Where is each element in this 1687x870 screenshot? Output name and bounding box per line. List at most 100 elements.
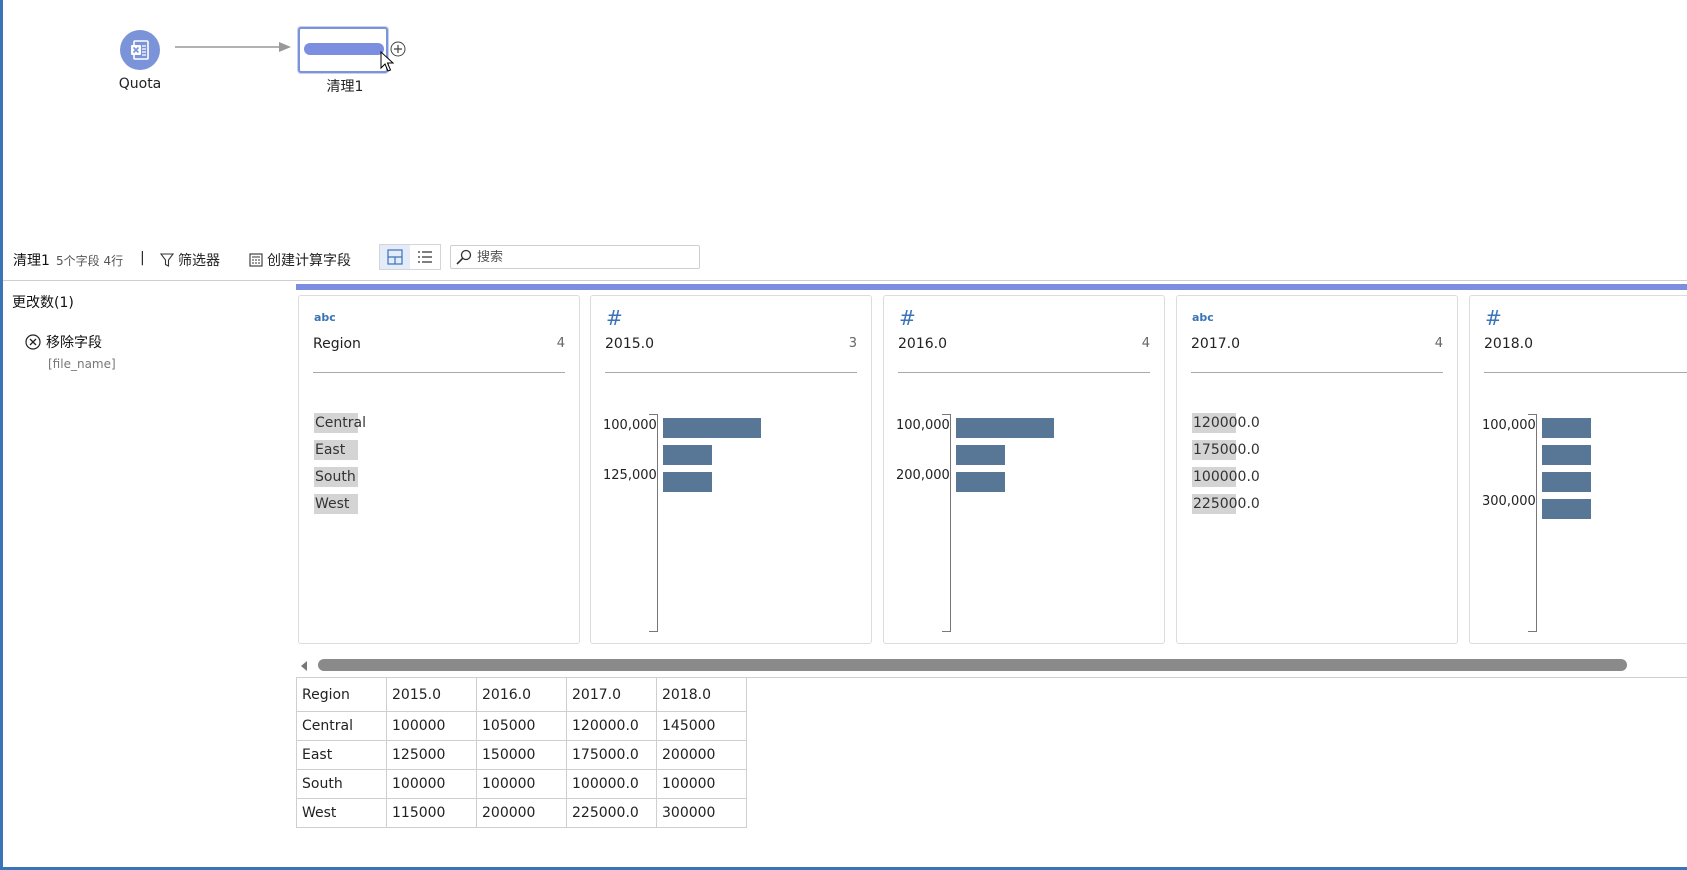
horizontal-scrollbar-thumb[interactable] — [318, 659, 1627, 671]
step-meta: 5个字段 4行 — [56, 254, 124, 268]
card-divider — [1484, 372, 1687, 373]
data-grid: Region 2015.0 2016.0 2017.0 2018.0 Centr… — [296, 677, 747, 828]
histogram-bar[interactable] — [663, 445, 712, 465]
table-cell[interactable]: East — [296, 740, 387, 770]
histogram-bar[interactable] — [956, 418, 1054, 438]
value-item[interactable]: West — [314, 494, 358, 514]
table-cell[interactable]: 120000.0 — [566, 711, 657, 741]
profile-card-region[interactable]: abc Region 4 Central East South West — [298, 295, 580, 644]
table-cell[interactable]: 175000.0 — [566, 740, 657, 770]
value-label: Central — [315, 415, 366, 431]
search-icon — [456, 249, 472, 265]
input-node-quota[interactable] — [120, 30, 160, 70]
value-label: 120000.0 — [1193, 415, 1260, 431]
create-calculated-field-button[interactable]: 创建计算字段 — [249, 250, 351, 270]
value-item[interactable]: East — [314, 440, 358, 460]
value-item[interactable]: 225000.0 — [1192, 494, 1260, 514]
profile-card-2016[interactable]: # 2016.0 4 100,000 200,000 — [883, 295, 1165, 644]
card-divider — [898, 372, 1150, 373]
field-distinct-count: 3 — [848, 336, 857, 351]
value-item[interactable]: 175000.0 — [1192, 440, 1260, 460]
string-type-icon: abc — [1192, 311, 1214, 324]
axis-tick-label: 100,000 — [896, 418, 950, 433]
filter-button-label: 筛选器 — [178, 253, 220, 269]
step-title: 清理1 — [13, 253, 50, 269]
flow-canvas[interactable]: Quota 清理1 — [3, 0, 1687, 240]
histogram-axis — [649, 414, 658, 632]
histogram-bar[interactable] — [956, 472, 1005, 492]
axis-tick-label: 100,000 — [1482, 418, 1536, 433]
column-header[interactable]: Region — [296, 677, 387, 712]
histogram-bar[interactable] — [1542, 499, 1591, 519]
column-header[interactable]: 2017.0 — [566, 677, 657, 712]
change-item-remove-field[interactable]: 移除字段 — [25, 332, 102, 352]
column-header[interactable]: 2018.0 — [656, 677, 747, 712]
search-field[interactable] — [450, 245, 700, 269]
input-node-label: Quota — [118, 76, 162, 92]
clean-node-bar — [304, 43, 384, 55]
table-row: South 100000 100000 100000.0 100000 — [296, 769, 747, 799]
card-divider — [1191, 372, 1443, 373]
table-cell[interactable]: 100000.0 — [566, 769, 657, 799]
profile-view-button[interactable] — [380, 245, 410, 269]
table-cell[interactable]: 100000 — [476, 769, 567, 799]
value-label: 225000.0 — [1193, 496, 1260, 512]
table-cell[interactable]: 100000 — [656, 769, 747, 799]
profile-card-2017[interactable]: abc 2017.0 4 120000.0 175000.0 100000.0 … — [1176, 295, 1458, 644]
search-input[interactable] — [473, 249, 681, 265]
value-item[interactable]: 100000.0 — [1192, 467, 1260, 487]
flow-connector-arrow — [175, 42, 291, 52]
histogram-bar[interactable] — [1542, 418, 1591, 438]
table-cell[interactable]: 100000 — [386, 711, 477, 741]
value-item[interactable]: Central — [314, 413, 366, 433]
table-cell[interactable]: 105000 — [476, 711, 567, 741]
histogram-axis — [942, 414, 951, 632]
profile-card-2018[interactable]: # 2018.0 100,000 300,000 — [1469, 295, 1687, 644]
clean-node[interactable] — [298, 27, 388, 73]
number-type-icon: # — [899, 306, 916, 330]
card-divider — [313, 372, 565, 373]
value-label: East — [315, 442, 346, 458]
histogram-bar[interactable] — [1542, 472, 1591, 492]
histogram-bar[interactable] — [663, 418, 761, 438]
table-cell[interactable]: 100000 — [386, 769, 477, 799]
clean-node-label: 清理1 — [326, 79, 364, 95]
create-calculated-field-label: 创建计算字段 — [267, 253, 351, 269]
histogram-bar[interactable] — [956, 445, 1005, 465]
field-name: 2017.0 — [1191, 336, 1240, 352]
value-item[interactable]: South — [314, 467, 358, 487]
field-name: Region — [313, 336, 361, 352]
profile-grid-icon — [387, 249, 403, 265]
change-item-field: [file_name] — [48, 357, 116, 371]
number-type-icon: # — [1485, 306, 1502, 330]
table-cell[interactable]: 125000 — [386, 740, 477, 770]
table-cell[interactable]: 200000 — [476, 798, 567, 828]
value-item[interactable]: 120000.0 — [1192, 413, 1260, 433]
table-cell[interactable]: 115000 — [386, 798, 477, 828]
table-cell[interactable]: 200000 — [656, 740, 747, 770]
string-type-icon: abc — [314, 311, 336, 324]
axis-tick-label: 200,000 — [896, 468, 950, 483]
table-cell[interactable]: 300000 — [656, 798, 747, 828]
table-cell[interactable]: 145000 — [656, 711, 747, 741]
histogram-bar[interactable] — [1542, 445, 1591, 465]
field-distinct-count: 4 — [556, 336, 565, 351]
histogram-bar[interactable] — [663, 472, 712, 492]
field-name: 2016.0 — [898, 336, 947, 352]
profile-toolbar: 清理1 5个字段 4行 | 筛选器 创建计算字段 — [3, 244, 1687, 276]
profile-card-2015[interactable]: # 2015.0 3 100,000 125,000 — [590, 295, 872, 644]
table-cell[interactable]: West — [296, 798, 387, 828]
column-header[interactable]: 2016.0 — [476, 677, 567, 712]
list-view-button[interactable] — [410, 245, 440, 269]
card-divider — [605, 372, 857, 373]
table-cell[interactable]: South — [296, 769, 387, 799]
table-cell[interactable]: 150000 — [476, 740, 567, 770]
filter-button[interactable]: 筛选器 — [160, 250, 220, 270]
column-header[interactable]: 2015.0 — [386, 677, 477, 712]
table-cell[interactable]: Central — [296, 711, 387, 741]
excel-icon — [129, 39, 151, 61]
scroll-left-arrow-icon[interactable] — [299, 660, 309, 672]
changes-pane: 更改数(1) 移除字段 [file_name] — [3, 282, 293, 852]
change-item-label: 移除字段 — [46, 335, 102, 351]
table-cell[interactable]: 225000.0 — [566, 798, 657, 828]
